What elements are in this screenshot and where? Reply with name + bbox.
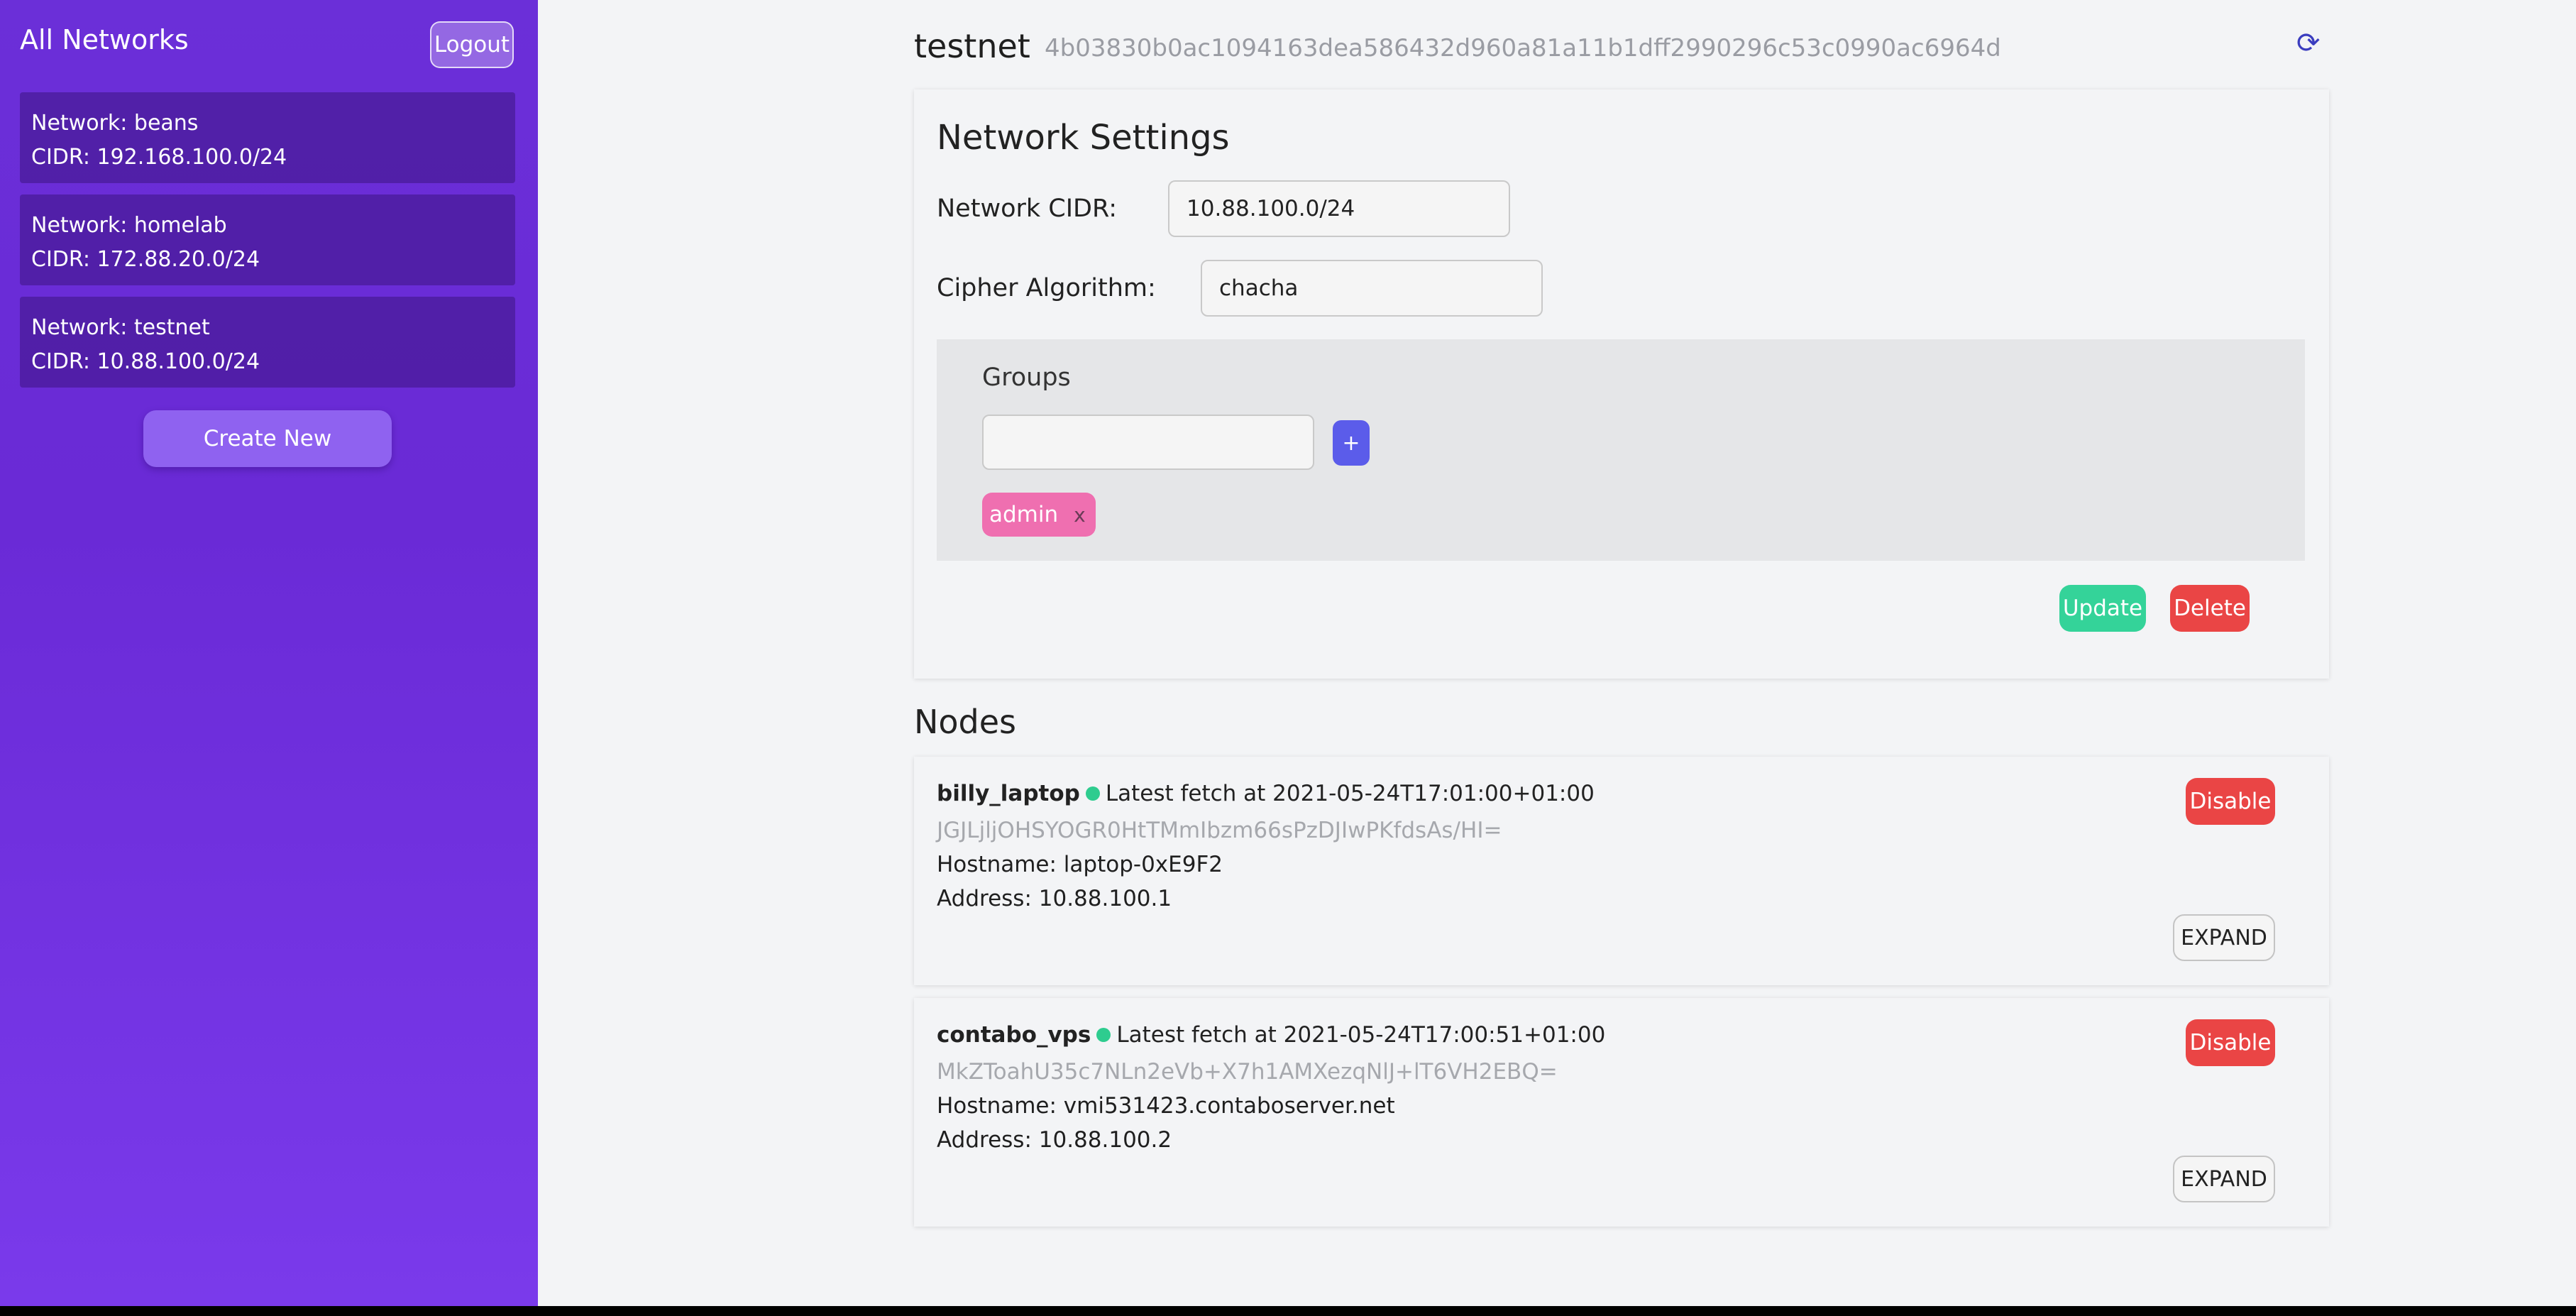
main-content: testnet 4b03830b0ac1094163dea586432d960a…	[538, 0, 2576, 1306]
group-input[interactable]	[982, 415, 1314, 470]
node-address: Address: 10.88.100.1	[937, 886, 1172, 911]
node-hostname: Hostname: vmi531423.contaboserver.net	[937, 1093, 1395, 1119]
network-name: Network: beans	[31, 111, 199, 136]
node-fetch-time: Latest fetch at 2021-05-24T17:00:51+01:0…	[1116, 1022, 1606, 1048]
network-title: testnet	[914, 27, 1030, 65]
cidr-input[interactable]: 10.88.100.0/24	[1168, 180, 1510, 237]
expand-node-button[interactable]: EXPAND	[2173, 914, 2275, 961]
network-cidr: CIDR: 10.88.100.0/24	[31, 349, 260, 374]
settings-title: Network Settings	[937, 118, 1230, 158]
expand-node-button[interactable]: EXPAND	[2173, 1156, 2275, 1202]
nodes-title: Nodes	[914, 703, 1017, 741]
node-public-key: MkZToahU35c7NLn2eVb+X7h1AMXezqNlJ+lT6VH2…	[937, 1059, 1558, 1085]
node-header: contabo_vps Latest fetch at 2021-05-24T1…	[937, 1022, 1605, 1048]
add-group-button[interactable]: +	[1333, 420, 1370, 466]
online-status-icon	[1085, 786, 1100, 801]
disable-node-button[interactable]: Disable	[2186, 1019, 2275, 1066]
logout-button[interactable]: Logout	[430, 21, 514, 68]
node-header: billy_laptop Latest fetch at 2021-05-24T…	[937, 781, 1595, 806]
groups-label: Groups	[982, 363, 1071, 392]
online-status-icon	[1096, 1028, 1111, 1042]
network-card-beans[interactable]: Network: beans CIDR: 192.168.100.0/24	[20, 92, 515, 183]
network-name: Network: testnet	[31, 315, 210, 340]
node-name: contabo_vps	[937, 1022, 1091, 1048]
tag-label: admin	[989, 502, 1059, 527]
cidr-label: Network CIDR:	[937, 194, 1118, 223]
disable-node-button[interactable]: Disable	[2186, 778, 2275, 825]
network-cidr: CIDR: 172.88.20.0/24	[31, 247, 260, 272]
network-card-homelab[interactable]: Network: homelab CIDR: 172.88.20.0/24	[20, 194, 515, 285]
node-hostname: Hostname: laptop-0xE9F2	[937, 852, 1223, 877]
network-settings-card: Network Settings Network CIDR: 10.88.100…	[914, 89, 2329, 679]
network-id: 4b03830b0ac1094163dea586432d960a81a11b1d…	[1045, 34, 2001, 62]
network-name: Network: homelab	[31, 213, 227, 238]
sidebar: All Networks Logout Network: beans CIDR:…	[0, 0, 538, 1306]
node-fetch-time: Latest fetch at 2021-05-24T17:01:00+01:0…	[1105, 781, 1595, 806]
cipher-input[interactable]: chacha	[1201, 260, 1543, 317]
groups-panel: Groups + admin x	[937, 339, 2305, 561]
sidebar-title: All Networks	[20, 24, 189, 55]
node-card: contabo_vps Latest fetch at 2021-05-24T1…	[914, 998, 2329, 1227]
node-name: billy_laptop	[937, 781, 1080, 806]
create-network-button[interactable]: Create New	[143, 410, 392, 467]
remove-tag-icon[interactable]: x	[1074, 503, 1086, 527]
group-tag-admin: admin x	[982, 493, 1096, 537]
app-root: All Networks Logout Network: beans CIDR:…	[0, 0, 2576, 1306]
network-cidr: CIDR: 192.168.100.0/24	[31, 145, 287, 170]
node-public-key: JGJLjljOHSYOGR0HtTMmIbzm66sPzDJIwPKfdsAs…	[937, 818, 1502, 843]
refresh-icon[interactable]: ⟳	[2296, 27, 2321, 60]
node-card: billy_laptop Latest fetch at 2021-05-24T…	[914, 757, 2329, 985]
node-address: Address: 10.88.100.2	[937, 1127, 1172, 1153]
delete-button[interactable]: Delete	[2170, 585, 2250, 632]
cipher-label: Cipher Algorithm:	[937, 274, 1156, 302]
network-card-testnet[interactable]: Network: testnet CIDR: 10.88.100.0/24	[20, 297, 515, 388]
update-button[interactable]: Update	[2059, 585, 2146, 632]
